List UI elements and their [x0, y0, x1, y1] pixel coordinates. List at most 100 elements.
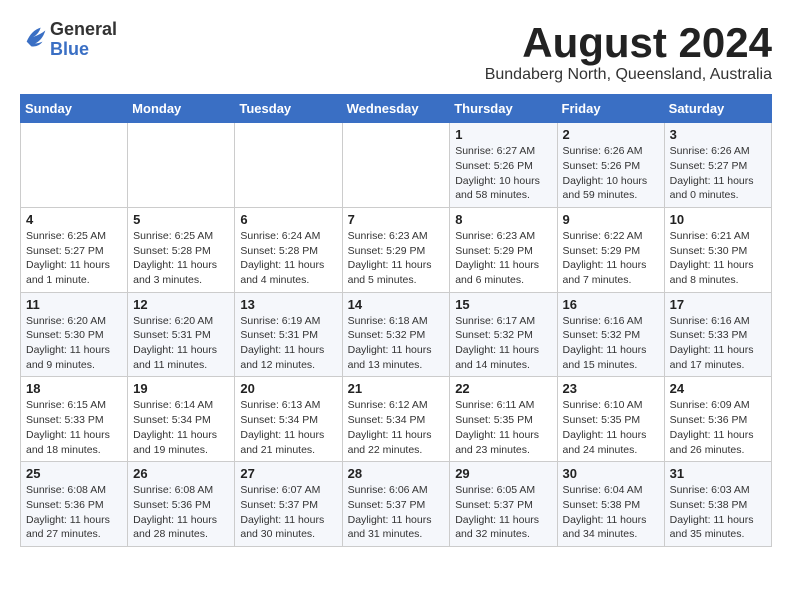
- day-info: Sunrise: 6:22 AM Sunset: 5:29 PM Dayligh…: [563, 229, 659, 288]
- day-info: Sunrise: 6:25 AM Sunset: 5:28 PM Dayligh…: [133, 229, 229, 288]
- calendar-cell: 14 Sunrise: 6:18 AM Sunset: 5:32 PM Dayli…: [342, 292, 450, 377]
- calendar-cell: 7 Sunrise: 6:23 AM Sunset: 5:29 PM Daylig…: [342, 207, 450, 292]
- calendar-cell: 5 Sunrise: 6:25 AM Sunset: 5:28 PM Daylig…: [128, 207, 235, 292]
- day-info: Sunrise: 6:06 AM Sunset: 5:37 PM Dayligh…: [348, 483, 445, 542]
- calendar-cell: [128, 123, 235, 208]
- calendar-cell: [235, 123, 342, 208]
- day-info: Sunrise: 6:25 AM Sunset: 5:27 PM Dayligh…: [26, 229, 122, 288]
- day-info: Sunrise: 6:23 AM Sunset: 5:29 PM Dayligh…: [455, 229, 551, 288]
- day-info: Sunrise: 6:17 AM Sunset: 5:32 PM Dayligh…: [455, 314, 551, 373]
- day-of-week-saturday: Saturday: [664, 95, 771, 123]
- calendar-cell: 17Sunrise: 6:16 AM Sunset: 5:33 PM Dayli…: [664, 292, 771, 377]
- day-number: 30: [563, 466, 659, 481]
- calendar-cell: 16Sunrise: 6:16 AM Sunset: 5:32 PM Dayli…: [557, 292, 664, 377]
- day-of-week-tuesday: Tuesday: [235, 95, 342, 123]
- calendar-cell: [21, 123, 128, 208]
- day-info: Sunrise: 6:10 AM Sunset: 5:35 PM Dayligh…: [563, 398, 659, 457]
- day-info: Sunrise: 6:20 AM Sunset: 5:31 PM Dayligh…: [133, 314, 229, 373]
- day-number: 18: [26, 381, 122, 396]
- month-title: August 2024: [485, 20, 772, 66]
- day-info: Sunrise: 6:16 AM Sunset: 5:32 PM Dayligh…: [563, 314, 659, 373]
- day-of-week-thursday: Thursday: [450, 95, 557, 123]
- calendar-cell: 25 Sunrise: 6:08 AM Sunset: 5:36 PM Dayli…: [21, 462, 128, 547]
- day-info: Sunrise: 6:26 AM Sunset: 5:27 PM Dayligh…: [670, 144, 766, 203]
- logo-general: General: [50, 20, 117, 40]
- calendar-cell: 22Sunrise: 6:11 AM Sunset: 5:35 PM Dayli…: [450, 377, 557, 462]
- calendar-cell: 1 Sunrise: 6:27 AM Sunset: 5:26 PM Daylig…: [450, 123, 557, 208]
- day-number: 8: [455, 212, 551, 227]
- day-info: Sunrise: 6:19 AM Sunset: 5:31 PM Dayligh…: [240, 314, 336, 373]
- calendar-cell: 23 Sunrise: 6:10 AM Sunset: 5:35 PM Dayli…: [557, 377, 664, 462]
- calendar-cell: 10 Sunrise: 6:21 AM Sunset: 5:30 PM Dayli…: [664, 207, 771, 292]
- day-info: Sunrise: 6:15 AM Sunset: 5:33 PM Dayligh…: [26, 398, 122, 457]
- day-number: 1: [455, 127, 551, 142]
- day-number: 12: [133, 297, 229, 312]
- day-info: Sunrise: 6:26 AM Sunset: 5:26 PM Dayligh…: [563, 144, 659, 203]
- header: General Blue August 2024 Bundaberg North…: [20, 20, 772, 84]
- day-number: 13: [240, 297, 336, 312]
- day-number: 20: [240, 381, 336, 396]
- day-number: 3: [670, 127, 766, 142]
- day-info: Sunrise: 6:16 AM Sunset: 5:33 PM Dayligh…: [670, 314, 766, 373]
- day-number: 4: [26, 212, 122, 227]
- calendar-cell: 4 Sunrise: 6:25 AM Sunset: 5:27 PM Daylig…: [21, 207, 128, 292]
- day-info: Sunrise: 6:05 AM Sunset: 5:37 PM Dayligh…: [455, 483, 551, 542]
- calendar-cell: 30 Sunrise: 6:04 AM Sunset: 5:38 PM Dayli…: [557, 462, 664, 547]
- day-number: 31: [670, 466, 766, 481]
- day-number: 14: [348, 297, 445, 312]
- day-number: 10: [670, 212, 766, 227]
- calendar-cell: 29 Sunrise: 6:05 AM Sunset: 5:37 PM Dayli…: [450, 462, 557, 547]
- day-number: 11: [26, 297, 122, 312]
- calendar-cell: [342, 123, 450, 208]
- day-number: 15: [455, 297, 551, 312]
- day-info: Sunrise: 6:18 AM Sunset: 5:32 PM Dayligh…: [348, 314, 445, 373]
- calendar-cell: 24 Sunrise: 6:09 AM Sunset: 5:36 PM Dayli…: [664, 377, 771, 462]
- day-number: 24: [670, 381, 766, 396]
- day-number: 26: [133, 466, 229, 481]
- day-number: 19: [133, 381, 229, 396]
- day-number: 22: [455, 381, 551, 396]
- calendar-cell: 27Sunrise: 6:07 AM Sunset: 5:37 PM Dayli…: [235, 462, 342, 547]
- day-info: Sunrise: 6:20 AM Sunset: 5:30 PM Dayligh…: [26, 314, 122, 373]
- calendar-cell: 21 Sunrise: 6:12 AM Sunset: 5:34 PM Dayli…: [342, 377, 450, 462]
- calendar-cell: 18 Sunrise: 6:15 AM Sunset: 5:33 PM Dayli…: [21, 377, 128, 462]
- day-info: Sunrise: 6:04 AM Sunset: 5:38 PM Dayligh…: [563, 483, 659, 542]
- day-number: 9: [563, 212, 659, 227]
- day-info: Sunrise: 6:08 AM Sunset: 5:36 PM Dayligh…: [133, 483, 229, 542]
- day-number: 29: [455, 466, 551, 481]
- day-info: Sunrise: 6:12 AM Sunset: 5:34 PM Dayligh…: [348, 398, 445, 457]
- calendar: SundayMondayTuesdayWednesdayThursdayFrid…: [20, 94, 772, 547]
- day-of-week-sunday: Sunday: [21, 95, 128, 123]
- day-info: Sunrise: 6:03 AM Sunset: 5:38 PM Dayligh…: [670, 483, 766, 542]
- day-number: 6: [240, 212, 336, 227]
- calendar-cell: 8 Sunrise: 6:23 AM Sunset: 5:29 PM Daylig…: [450, 207, 557, 292]
- logo-blue: Blue: [50, 40, 117, 60]
- logo: General Blue: [20, 20, 117, 60]
- calendar-cell: 3 Sunrise: 6:26 AM Sunset: 5:27 PM Daylig…: [664, 123, 771, 208]
- day-info: Sunrise: 6:08 AM Sunset: 5:36 PM Dayligh…: [26, 483, 122, 542]
- day-number: 7: [348, 212, 445, 227]
- calendar-cell: 26 Sunrise: 6:08 AM Sunset: 5:36 PM Dayli…: [128, 462, 235, 547]
- day-number: 25: [26, 466, 122, 481]
- day-info: Sunrise: 6:27 AM Sunset: 5:26 PM Dayligh…: [455, 144, 551, 203]
- title-block: August 2024 Bundaberg North, Queensland,…: [485, 20, 772, 84]
- day-number: 23: [563, 381, 659, 396]
- calendar-cell: 19 Sunrise: 6:14 AM Sunset: 5:34 PM Dayli…: [128, 377, 235, 462]
- calendar-cell: 31 Sunrise: 6:03 AM Sunset: 5:38 PM Dayli…: [664, 462, 771, 547]
- calendar-cell: 6Sunrise: 6:24 AM Sunset: 5:28 PM Daylig…: [235, 207, 342, 292]
- day-info: Sunrise: 6:23 AM Sunset: 5:29 PM Dayligh…: [348, 229, 445, 288]
- day-info: Sunrise: 6:14 AM Sunset: 5:34 PM Dayligh…: [133, 398, 229, 457]
- day-number: 5: [133, 212, 229, 227]
- logo-bird-icon: [22, 23, 50, 51]
- day-number: 27: [240, 466, 336, 481]
- calendar-cell: 28 Sunrise: 6:06 AM Sunset: 5:37 PM Dayli…: [342, 462, 450, 547]
- day-of-week-monday: Monday: [128, 95, 235, 123]
- day-number: 21: [348, 381, 445, 396]
- day-info: Sunrise: 6:09 AM Sunset: 5:36 PM Dayligh…: [670, 398, 766, 457]
- day-number: 28: [348, 466, 445, 481]
- day-info: Sunrise: 6:21 AM Sunset: 5:30 PM Dayligh…: [670, 229, 766, 288]
- day-info: Sunrise: 6:13 AM Sunset: 5:34 PM Dayligh…: [240, 398, 336, 457]
- calendar-cell: 20 Sunrise: 6:13 AM Sunset: 5:34 PM Dayli…: [235, 377, 342, 462]
- calendar-cell: 9 Sunrise: 6:22 AM Sunset: 5:29 PM Daylig…: [557, 207, 664, 292]
- day-of-week-friday: Friday: [557, 95, 664, 123]
